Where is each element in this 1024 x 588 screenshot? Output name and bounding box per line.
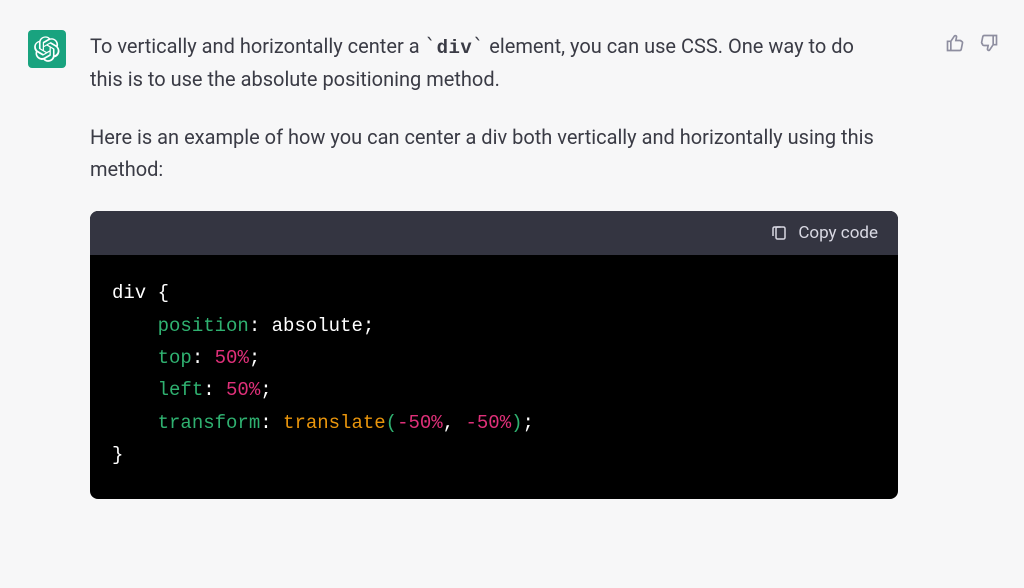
css-value: 50% [215, 347, 249, 369]
openai-logo-icon [34, 36, 60, 62]
css-value: absolute [272, 315, 363, 337]
copy-code-button[interactable]: Copy code [770, 223, 878, 243]
paragraph-1: To vertically and horizontally center a … [90, 30, 890, 95]
text-segment: To vertically and horizontally center a [90, 34, 425, 58]
clipboard-icon [770, 224, 788, 242]
brace-open: { [158, 282, 169, 304]
brace-close: } [112, 444, 123, 466]
code-body: div { position: absolute; top: 50%; left… [90, 255, 898, 499]
code-block: Copy code div { position: absolute; top:… [90, 211, 898, 499]
thumbs-up-icon [945, 33, 965, 53]
thumbs-up-button[interactable] [944, 32, 966, 54]
css-property: left [158, 379, 204, 401]
code-selector: div [112, 282, 146, 304]
assistant-avatar [28, 30, 66, 68]
css-function: translate [283, 412, 386, 434]
css-property: position [158, 315, 249, 337]
backtick: ` [472, 34, 484, 58]
copy-code-label: Copy code [798, 223, 878, 243]
thumbs-down-icon [979, 33, 999, 53]
backtick: ` [425, 34, 437, 58]
inline-code: div [437, 37, 473, 59]
css-property: transform [158, 412, 261, 434]
code-header: Copy code [90, 211, 898, 255]
css-value: 50% [226, 379, 260, 401]
message-content: To vertically and horizontally center a … [90, 30, 920, 499]
css-arg: -50% [466, 412, 512, 434]
paragraph-2: Here is an example of how you can center… [90, 121, 890, 185]
css-property: top [158, 347, 192, 369]
css-arg: -50% [397, 412, 443, 434]
thumbs-down-button[interactable] [978, 32, 1000, 54]
assistant-message: To vertically and horizontally center a … [0, 0, 1024, 499]
feedback-actions [944, 30, 1000, 499]
